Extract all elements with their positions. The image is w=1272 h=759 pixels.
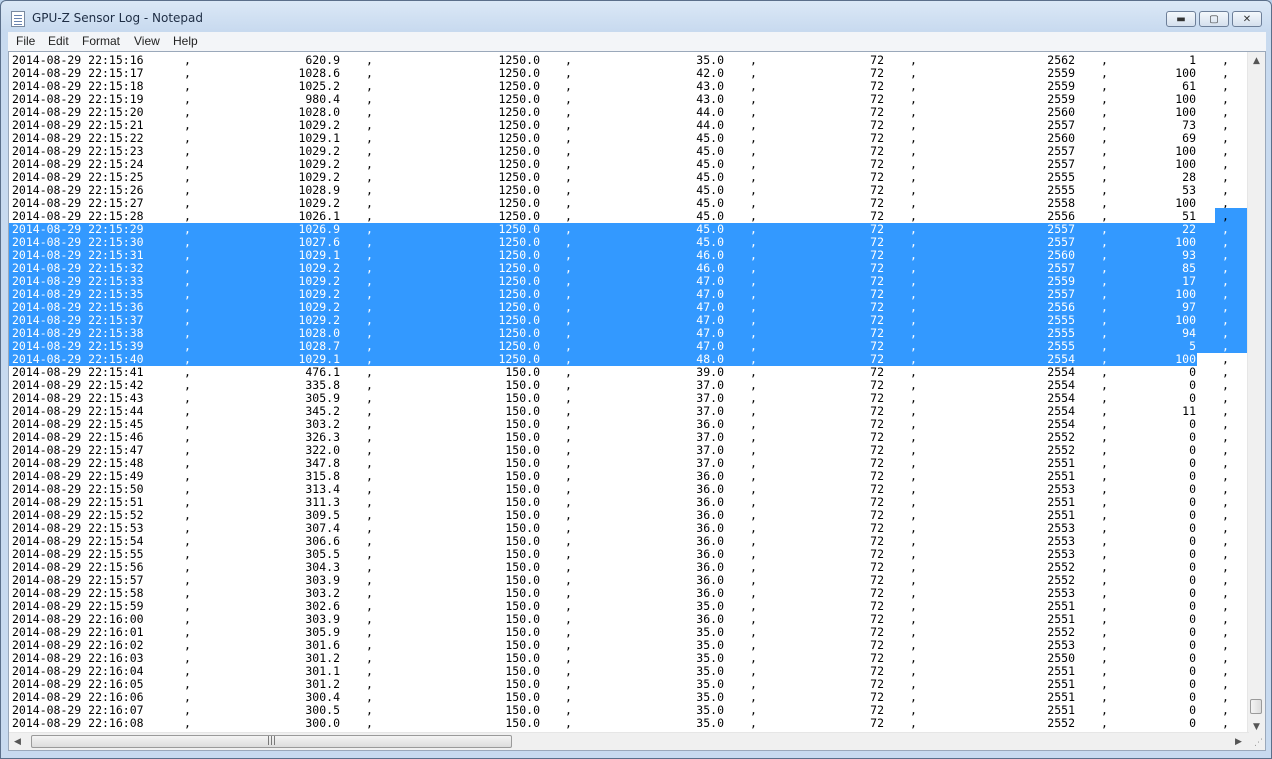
- log-line: 2014-08-29 22:16:08 300.0 150.0 35.0 72 2552 0…: [9, 717, 1247, 730]
- close-button[interactable]: ✕: [1232, 11, 1262, 27]
- close-icon: ✕: [1242, 13, 1252, 25]
- minimize-button[interactable]: ▬: [1166, 11, 1196, 27]
- timestamp-cell: 2014-08-29 22:16:08: [12, 716, 144, 730]
- horizontal-scroll-thumb[interactable]: |||: [31, 735, 512, 748]
- maximize-icon: ▢: [1209, 13, 1219, 25]
- scroll-up-icon[interactable]: ▲: [1248, 52, 1265, 69]
- value-cell: 0: [1189, 716, 1196, 730]
- menu-help[interactable]: Help: [173, 34, 198, 48]
- separator: ,: [565, 716, 572, 730]
- separator: ,: [1222, 716, 1229, 730]
- scroll-right-icon[interactable]: ▶: [1230, 733, 1247, 750]
- separator: ,: [1101, 716, 1108, 730]
- scroll-left-icon[interactable]: ◀: [9, 733, 26, 750]
- separator: ,: [910, 716, 917, 730]
- notepad-icon: [11, 11, 25, 27]
- scrollbar-corner: ⋰: [1248, 733, 1265, 750]
- menu-format[interactable]: Format: [82, 34, 120, 48]
- value-cell: 72: [870, 716, 884, 730]
- menu-view[interactable]: View: [134, 34, 160, 48]
- separator: ,: [366, 716, 373, 730]
- value-cell: 150.0: [505, 716, 540, 730]
- menu-bar: File Edit Format View Help: [8, 32, 1266, 52]
- menu-edit[interactable]: Edit: [48, 34, 69, 48]
- text-editor[interactable]: 2014-08-29 22:15:16 620.9 1250.0 35.0 72 2562…: [8, 51, 1266, 751]
- value-cell: 2552: [1047, 716, 1075, 730]
- notepad-window: GPU-Z Sensor Log - Notepad ▬ ▢ ✕ File Ed…: [0, 0, 1272, 759]
- maximize-button[interactable]: ▢: [1199, 11, 1229, 27]
- vertical-scroll-thumb[interactable]: [1250, 699, 1262, 714]
- value-cell: 35.0: [696, 716, 724, 730]
- vertical-scrollbar[interactable]: ▲ ▼: [1247, 52, 1265, 735]
- value-cell: 300.0: [305, 716, 340, 730]
- separator: ,: [184, 716, 191, 730]
- minimize-icon: ▬: [1176, 13, 1186, 25]
- resize-grip-icon[interactable]: ⋰: [1254, 738, 1263, 748]
- menu-file[interactable]: File: [16, 34, 35, 48]
- horizontal-scrollbar[interactable]: ◀ ||| ▶: [9, 732, 1249, 750]
- title-bar[interactable]: GPU-Z Sensor Log - Notepad ▬ ▢ ✕: [1, 1, 1271, 33]
- window-title: GPU-Z Sensor Log - Notepad: [32, 11, 204, 25]
- grip-icon: |||: [267, 736, 277, 746]
- text-lines[interactable]: 2014-08-29 22:15:16 620.9 1250.0 35.0 72 2562…: [9, 54, 1247, 734]
- separator: ,: [750, 716, 757, 730]
